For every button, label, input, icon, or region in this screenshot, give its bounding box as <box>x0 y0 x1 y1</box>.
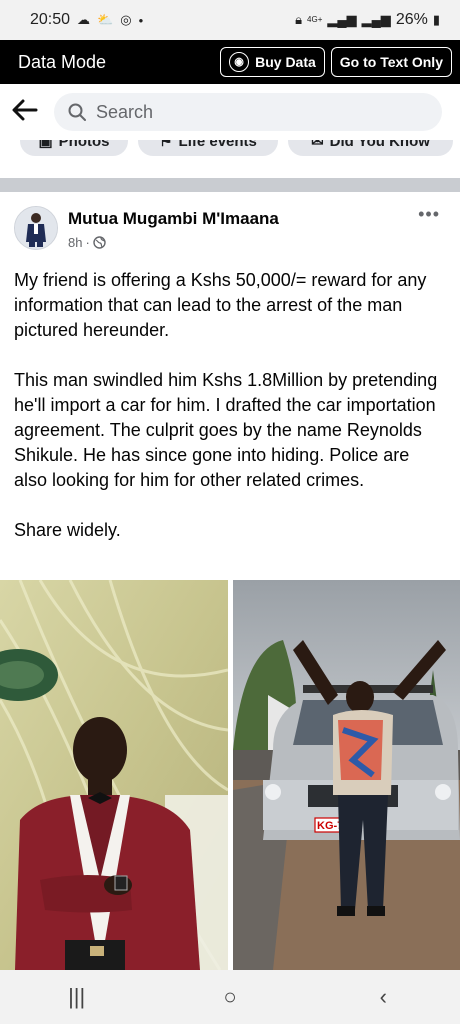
chip-photos[interactable]: ▣ Photos <box>20 140 128 156</box>
post-body: My friend is offering a Kshs 50,000/= re… <box>14 270 438 540</box>
search-icon <box>68 103 86 121</box>
chip-did-you-know[interactable]: ✉ Did You Know <box>288 140 453 156</box>
lock-icon: 🔒︎ <box>295 12 303 27</box>
recents-button[interactable]: ||| <box>47 984 107 1010</box>
search-input[interactable]: Search <box>54 93 442 131</box>
avatar[interactable] <box>14 206 58 250</box>
photos-icon: ▣ <box>38 140 53 150</box>
system-back-button[interactable]: ‹ <box>353 984 413 1010</box>
dot-icon: • <box>138 12 144 28</box>
chip-life-events[interactable]: ⚑ Life events <box>138 140 278 156</box>
photo-tuxedo-man[interactable] <box>0 580 228 970</box>
home-button[interactable]: ○ <box>200 984 260 1010</box>
text-only-button[interactable]: Go to Text Only <box>330 47 452 77</box>
post-photos: KG-7 <box>0 580 460 970</box>
photo-man-with-car[interactable]: KG-7 <box>233 580 460 970</box>
post-time: 8h <box>68 235 83 250</box>
signal-icon-2: ▂▄▆ <box>361 12 391 27</box>
network-type: 4G+ <box>307 15 323 24</box>
instagram-icon: ◎ <box>120 12 132 27</box>
data-mode-bar: Data Mode ◉ Buy Data Go to Text Only <box>0 40 460 84</box>
flag-icon: ⚑ <box>159 140 173 150</box>
globe-icon <box>93 236 106 249</box>
buy-data-button[interactable]: ◉ Buy Data <box>220 47 325 77</box>
signal-icon: ▂▄▆ <box>327 12 357 27</box>
profile-chips: ▣ Photos ⚑ Life events ✉ Did You Know <box>0 140 460 172</box>
separator-dot: · <box>85 235 90 250</box>
clock: 20:50 <box>30 11 71 28</box>
battery-percent: 26% <box>395 11 428 28</box>
section-divider <box>0 178 460 192</box>
cloud-icon: ☁ <box>77 12 91 27</box>
system-nav-bar: ||| ○ ‹ <box>0 970 460 1024</box>
post-header: Mutua Mugambi M'Imaana 8h · ••• <box>0 192 460 260</box>
weather-icon: ⛅ <box>97 12 114 27</box>
more-options-icon[interactable]: ••• <box>418 204 440 225</box>
post-meta: 8h · <box>68 235 106 250</box>
chat-icon: ✉ <box>311 140 324 150</box>
broadcast-icon: ◉ <box>229 52 250 72</box>
battery-icon: ▮ <box>432 12 440 27</box>
back-arrow-icon[interactable] <box>12 96 50 128</box>
search-header: Search <box>0 84 460 140</box>
status-bar: 20:50 ☁ ⛅ ◎ • 🔒︎ 4G+ ▂▄▆ ▂▄▆ 26% ▮ <box>0 0 460 40</box>
data-mode-title: Data Mode <box>18 51 107 72</box>
post-author[interactable]: Mutua Mugambi M'Imaana <box>68 209 279 229</box>
